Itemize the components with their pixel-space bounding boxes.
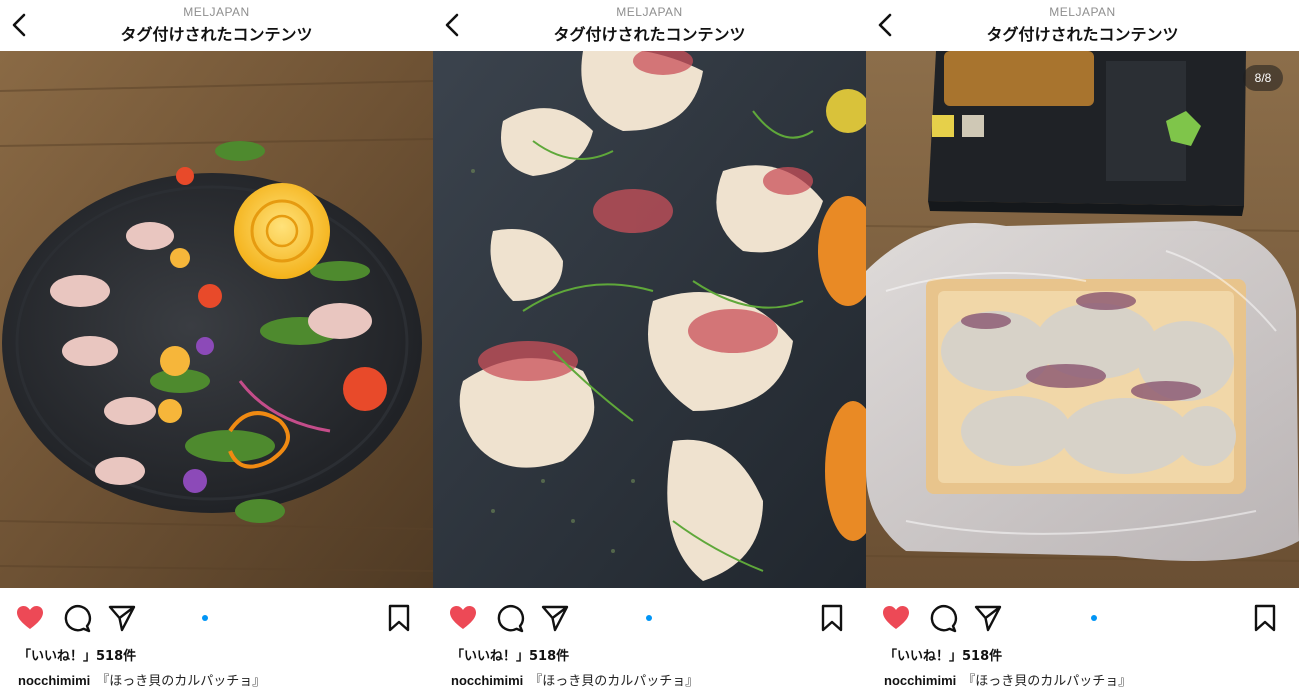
paper-plane-icon[interactable] <box>540 603 570 633</box>
carousel-indicator-dot <box>1091 615 1097 621</box>
post-caption: nocchimimi 『ほっき貝のカルパッチョ』 <box>451 670 698 689</box>
action-bar <box>433 598 866 636</box>
comment-bubble-icon[interactable] <box>928 603 958 633</box>
account-name[interactable]: MELJAPAN <box>866 5 1299 19</box>
paper-plane-icon[interactable] <box>973 603 1003 633</box>
heart-filled-icon[interactable] <box>448 603 478 633</box>
likes-count[interactable]: 「いいね！」518件 <box>451 645 569 664</box>
action-bar <box>866 598 1299 636</box>
post-photo[interactable] <box>433 51 866 588</box>
carousel-counter: 8/8 <box>1243 65 1283 91</box>
post-caption: nocchimimi 『ほっき貝のカルパッチョ』 <box>18 670 265 689</box>
post-caption: nocchimimi 『ほっき貝のカルパッチョ』 <box>884 670 1131 689</box>
carousel-indicator-dot <box>202 615 208 621</box>
likes-count[interactable]: 「いいね！」518件 <box>884 645 1002 664</box>
top-bar: MELJAPAN タグ付けされたコンテンツ <box>0 0 433 50</box>
caption-username[interactable]: nocchimimi <box>18 673 90 688</box>
post-panel-3: MELJAPAN タグ付けされたコンテンツ 8/8 「いいね！」518件 noc… <box>866 0 1299 699</box>
heart-filled-icon[interactable] <box>881 603 911 633</box>
comment-bubble-icon[interactable] <box>495 603 525 633</box>
paper-plane-icon[interactable] <box>107 603 137 633</box>
post-photo[interactable] <box>0 51 433 588</box>
caption-username[interactable]: nocchimimi <box>451 673 523 688</box>
account-name[interactable]: MELJAPAN <box>0 5 433 19</box>
heart-filled-icon[interactable] <box>15 603 45 633</box>
caption-text: 『ほっき貝のカルパッチョ』 <box>96 674 266 689</box>
caption-text: 『ほっき貝のカルパッチョ』 <box>962 674 1132 689</box>
top-bar: MELJAPAN タグ付けされたコンテンツ <box>866 0 1299 50</box>
page-title: タグ付けされたコンテンツ <box>120 25 313 44</box>
post-panel-2: MELJAPAN タグ付けされたコンテンツ 「いいね！」518件 nocchim… <box>433 0 866 699</box>
account-name[interactable]: MELJAPAN <box>433 5 866 19</box>
action-bar <box>0 598 433 636</box>
bookmark-icon[interactable] <box>384 603 414 633</box>
carousel-indicator-dot <box>646 615 652 621</box>
comment-bubble-icon[interactable] <box>62 603 92 633</box>
top-bar: MELJAPAN タグ付けされたコンテンツ <box>433 0 866 50</box>
caption-username[interactable]: nocchimimi <box>884 673 956 688</box>
likes-count[interactable]: 「いいね！」518件 <box>18 645 136 664</box>
caption-text: 『ほっき貝のカルパッチョ』 <box>529 674 699 689</box>
post-photo[interactable]: 8/8 <box>866 51 1299 588</box>
page-title: タグ付けされたコンテンツ <box>986 25 1179 44</box>
post-panel-1: MELJAPAN タグ付けされたコンテンツ 「いいね！」518件 nocchim… <box>0 0 433 699</box>
page-title: タグ付けされたコンテンツ <box>553 25 746 44</box>
bookmark-icon[interactable] <box>817 603 847 633</box>
bookmark-icon[interactable] <box>1250 603 1280 633</box>
